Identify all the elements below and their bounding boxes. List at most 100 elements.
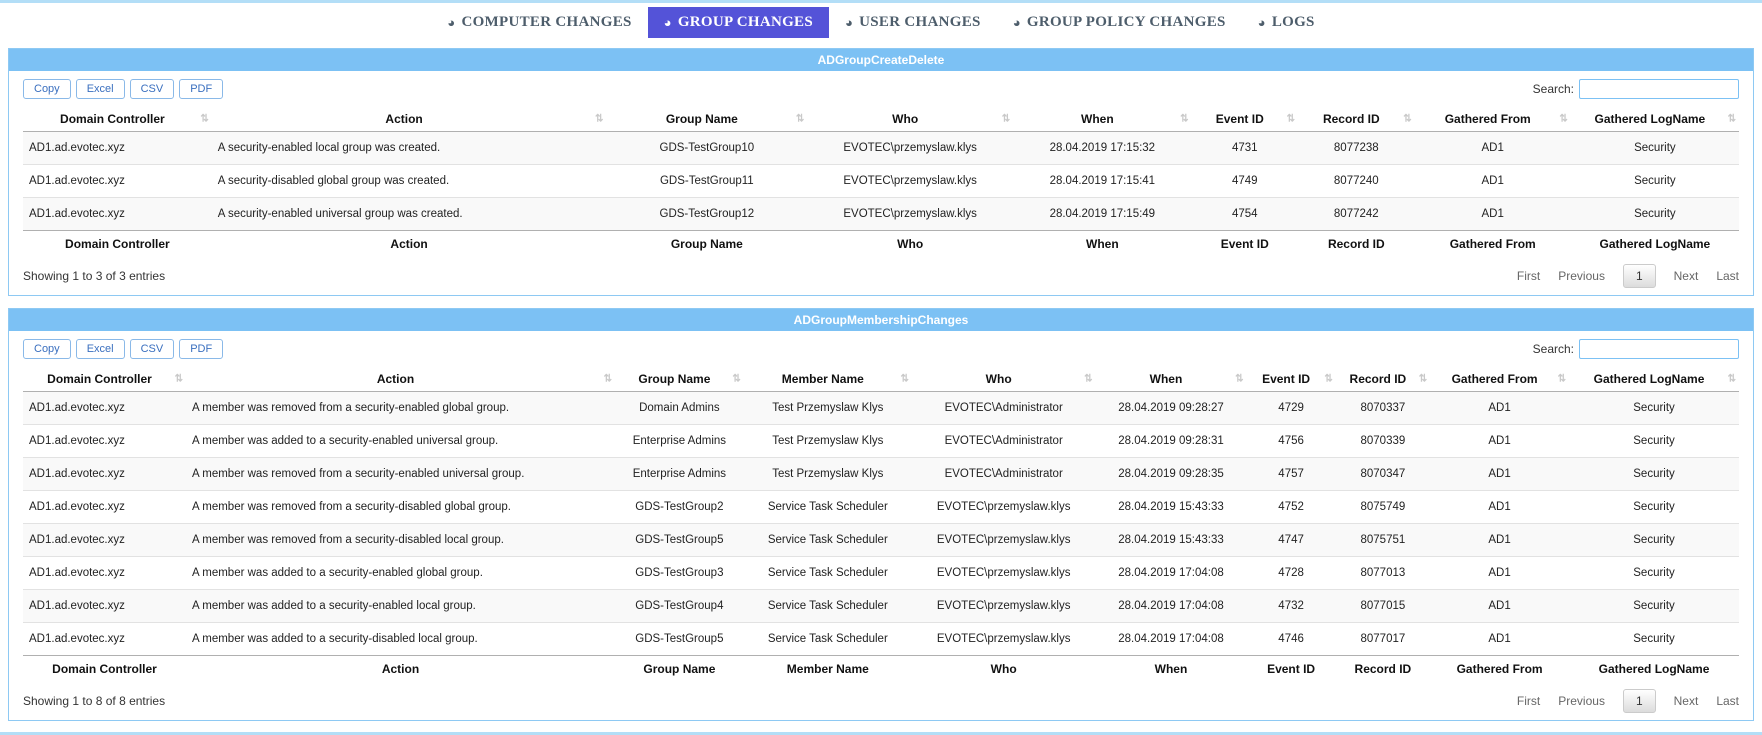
footer-column-header: Event ID xyxy=(1192,231,1298,258)
column-header-when[interactable]: When⇅ xyxy=(1095,367,1246,392)
column-header-member-name[interactable]: Member Name⇅ xyxy=(744,367,912,392)
table-cell: Test Przemyslaw Klys xyxy=(744,392,912,425)
tab-group-changes[interactable]: ◕ GROUP CHANGES xyxy=(648,7,829,38)
sort-icon[interactable]: ⇅ xyxy=(604,374,612,385)
sort-icon[interactable]: ⇅ xyxy=(595,114,603,125)
sort-icon[interactable]: ⇅ xyxy=(1235,374,1243,385)
search-input[interactable] xyxy=(1579,79,1739,99)
table-cell: AD1 xyxy=(1430,623,1569,656)
pagination-first[interactable]: First xyxy=(1517,694,1540,708)
csv-button[interactable]: CSV xyxy=(130,339,175,359)
page: ◕ COMPUTER CHANGES ◕ GROUP CHANGES ◕ USE… xyxy=(0,0,1762,735)
sort-icon[interactable]: ⇅ xyxy=(1084,374,1092,385)
panel-title: ADGroupCreateDelete xyxy=(9,49,1753,71)
pagination-page-1[interactable]: 1 xyxy=(1623,264,1656,288)
column-header-when[interactable]: When⇅ xyxy=(1013,107,1191,132)
sort-icon[interactable]: ⇅ xyxy=(796,114,804,125)
table-cell: AD1.ad.evotec.xyz xyxy=(23,491,186,524)
pagination-page-1[interactable]: 1 xyxy=(1623,689,1656,713)
column-header-event-id[interactable]: Event ID⇅ xyxy=(1192,107,1298,132)
table-cell: GDS-TestGroup10 xyxy=(606,132,807,165)
clock-icon: ◕ xyxy=(447,16,455,29)
group-create-delete-table: Domain Controller⇅Action⇅Group Name⇅Who⇅… xyxy=(23,107,1739,257)
table-cell: 28.04.2019 09:28:27 xyxy=(1095,392,1246,425)
tab-user-changes[interactable]: ◕ USER CHANGES xyxy=(829,7,997,38)
table-cell: EVOTEC\Administrator xyxy=(912,458,1096,491)
pagination-previous[interactable]: Previous xyxy=(1558,269,1605,283)
column-header-group-name[interactable]: Group Name⇅ xyxy=(615,367,744,392)
pagination-next[interactable]: Next xyxy=(1674,694,1699,708)
sort-icon[interactable]: ⇅ xyxy=(1002,114,1010,125)
sort-icon[interactable]: ⇅ xyxy=(1559,114,1567,125)
sort-icon[interactable]: ⇅ xyxy=(1728,114,1736,125)
panel-body: Copy Excel CSV PDF Search: Domain Contro… xyxy=(9,331,1753,720)
tab-group-policy-changes[interactable]: ◕ GROUP POLICY CHANGES xyxy=(997,7,1242,38)
sort-icon[interactable]: ⇅ xyxy=(1728,374,1736,385)
pdf-button[interactable]: PDF xyxy=(179,79,223,99)
column-header-group-name[interactable]: Group Name⇅ xyxy=(606,107,807,132)
copy-button[interactable]: Copy xyxy=(23,339,71,359)
column-header-gathered-logname[interactable]: Gathered LogName⇅ xyxy=(1571,107,1739,132)
pdf-button[interactable]: PDF xyxy=(179,339,223,359)
table-cell: A member was removed from a security-ena… xyxy=(186,458,615,491)
column-header-domain-controller[interactable]: Domain Controller⇅ xyxy=(23,367,186,392)
column-header-domain-controller[interactable]: Domain Controller⇅ xyxy=(23,107,212,132)
column-header-gathered-from[interactable]: Gathered From⇅ xyxy=(1415,107,1571,132)
column-header-gathered-logname[interactable]: Gathered LogName⇅ xyxy=(1569,367,1739,392)
column-header-action[interactable]: Action⇅ xyxy=(186,367,615,392)
sort-icon[interactable]: ⇅ xyxy=(175,374,183,385)
csv-button[interactable]: CSV xyxy=(130,79,175,99)
clock-icon: ◕ xyxy=(664,16,672,29)
pagination-last[interactable]: Last xyxy=(1716,694,1739,708)
table-row: AD1.ad.evotec.xyzA member was removed fr… xyxy=(23,524,1739,557)
excel-button[interactable]: Excel xyxy=(76,339,125,359)
table-cell: AD1.ad.evotec.xyz xyxy=(23,425,186,458)
copy-button[interactable]: Copy xyxy=(23,79,71,99)
table-cell: Security xyxy=(1569,425,1739,458)
table-cell: 4757 xyxy=(1246,458,1335,491)
column-header-record-id[interactable]: Record ID⇅ xyxy=(1298,107,1415,132)
sort-icon[interactable]: ⇅ xyxy=(1324,374,1332,385)
sort-icon[interactable]: ⇅ xyxy=(900,374,908,385)
tab-logs[interactable]: ◕ LOGS xyxy=(1242,7,1331,38)
table-cell: 4728 xyxy=(1246,557,1335,590)
sort-icon[interactable]: ⇅ xyxy=(1419,374,1427,385)
search-label: Search: xyxy=(1533,342,1574,356)
pagination-last[interactable]: Last xyxy=(1716,269,1739,283)
footer-column-header: Action xyxy=(212,231,607,258)
pagination-first[interactable]: First xyxy=(1517,269,1540,283)
table-cell: Security xyxy=(1569,458,1739,491)
table-toolbar: Copy Excel CSV PDF Search: xyxy=(23,79,1739,99)
sort-icon[interactable]: ⇅ xyxy=(200,114,208,125)
sort-icon[interactable]: ⇅ xyxy=(1180,114,1188,125)
panel-title: ADGroupMembershipChanges xyxy=(9,309,1753,331)
table-cell: Enterprise Admins xyxy=(615,458,744,491)
sort-icon[interactable]: ⇅ xyxy=(1403,114,1411,125)
table-cell: A security-disabled global group was cre… xyxy=(212,165,607,198)
sort-icon[interactable]: ⇅ xyxy=(1558,374,1566,385)
pagination-next[interactable]: Next xyxy=(1674,269,1699,283)
pagination-previous[interactable]: Previous xyxy=(1558,694,1605,708)
search-input[interactable] xyxy=(1579,339,1739,359)
clock-icon: ◕ xyxy=(1258,16,1266,29)
export-buttons: Copy Excel CSV PDF xyxy=(23,339,223,359)
sort-icon[interactable]: ⇅ xyxy=(1287,114,1295,125)
table-cell: Service Task Scheduler xyxy=(744,623,912,656)
sort-icon[interactable]: ⇅ xyxy=(732,374,740,385)
tab-computer-changes[interactable]: ◕ COMPUTER CHANGES xyxy=(431,7,647,38)
column-header-event-id[interactable]: Event ID⇅ xyxy=(1246,367,1335,392)
column-header-who[interactable]: Who⇅ xyxy=(807,107,1013,132)
column-header-who[interactable]: Who⇅ xyxy=(912,367,1096,392)
table-cell: 8070347 xyxy=(1336,458,1430,491)
pagination: First Previous 1 Next Last xyxy=(1517,689,1739,713)
table-cell: A member was added to a security-enabled… xyxy=(186,557,615,590)
tab-bar: ◕ COMPUTER CHANGES ◕ GROUP CHANGES ◕ USE… xyxy=(0,3,1762,42)
column-header-action[interactable]: Action⇅ xyxy=(212,107,607,132)
excel-button[interactable]: Excel xyxy=(76,79,125,99)
column-header-gathered-from[interactable]: Gathered From⇅ xyxy=(1430,367,1569,392)
column-header-record-id[interactable]: Record ID⇅ xyxy=(1336,367,1430,392)
table-footer: Showing 1 to 8 of 8 entries First Previo… xyxy=(23,682,1739,716)
panel-adgroupcreatedelete: ADGroupCreateDelete Copy Excel CSV PDF S… xyxy=(8,48,1754,296)
table-cell: AD1.ad.evotec.xyz xyxy=(23,524,186,557)
table-cell: GDS-TestGroup2 xyxy=(615,491,744,524)
